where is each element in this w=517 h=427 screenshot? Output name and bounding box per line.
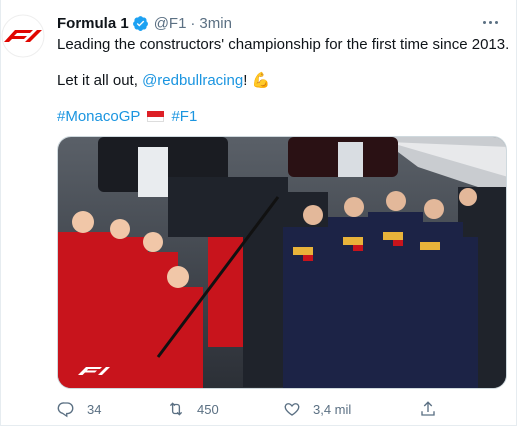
author-handle[interactable]: @F1 <box>154 15 187 32</box>
flexed-biceps-emoji: 💪 <box>251 72 271 89</box>
tweet-photo[interactable] <box>57 136 507 389</box>
hashtag-link[interactable]: #MonacoGP <box>57 108 140 125</box>
like-button[interactable]: 3,4 mil <box>283 400 351 418</box>
verified-badge-icon <box>132 15 148 31</box>
reply-icon <box>57 402 74 418</box>
share-button[interactable] <box>419 400 449 418</box>
tweet-text-line1: Leading the constructors' championship f… <box>57 36 510 53</box>
tweet-header: Formula 1 @F1 · 3min <box>57 13 232 33</box>
tweet-text-line2: Let it all out, @redbullracing! 💪 <box>57 71 270 91</box>
f1-logo-icon <box>1 14 45 58</box>
mention-link[interactable]: @redbullracing <box>142 72 243 89</box>
monaco-flag-icon <box>147 111 165 122</box>
more-options-icon[interactable] <box>478 12 502 32</box>
reply-button[interactable]: 34 <box>57 400 101 418</box>
hashtag-link[interactable]: #F1 <box>171 108 197 125</box>
header-separator: · <box>190 14 196 32</box>
share-icon <box>421 401 435 416</box>
text-prefix: Let it all out, <box>57 72 143 89</box>
like-count: 3,4 mil <box>313 401 352 417</box>
retweet-button[interactable]: 450 <box>167 400 219 418</box>
tweet-actions: 34 450 3,4 mil <box>57 400 447 422</box>
tweet-card[interactable]: Formula 1 @F1 · 3min Leading the constru… <box>0 0 517 426</box>
heart-icon <box>284 403 300 416</box>
author-name[interactable]: Formula 1 <box>57 15 129 32</box>
tweet-timestamp[interactable]: 3min <box>199 15 232 32</box>
photo-icon <box>58 137 506 388</box>
text-suffix: ! <box>243 72 252 89</box>
reply-count: 34 <box>87 401 102 417</box>
retweet-icon <box>169 402 183 416</box>
retweet-count: 450 <box>197 401 219 417</box>
avatar[interactable] <box>1 14 45 58</box>
hashtags-line: #MonacoGP #F1 <box>57 107 197 127</box>
